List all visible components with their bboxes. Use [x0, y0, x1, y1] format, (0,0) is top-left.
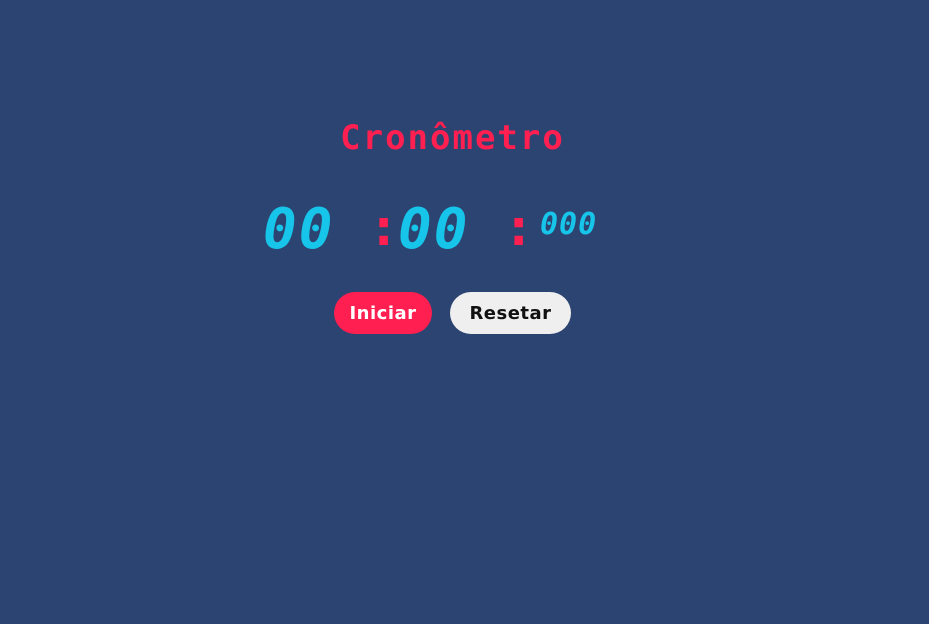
seconds-separator: : [503, 198, 535, 258]
page-title: Cronômetro [340, 118, 565, 158]
start-button[interactable]: Iniciar [334, 292, 432, 334]
minutes-separator: : [368, 198, 400, 258]
timer-display: 00 : 00 : 000 [0, 190, 929, 260]
milliseconds-display: 000 [540, 207, 598, 242]
seconds-display: 00 [398, 197, 470, 262]
minutes-display: 00 [263, 197, 335, 262]
reset-button[interactable]: Resetar [450, 292, 571, 334]
stopwatch-page: Cronômetro 00 : 00 : 000 Iniciar Resetar [0, 0, 929, 624]
